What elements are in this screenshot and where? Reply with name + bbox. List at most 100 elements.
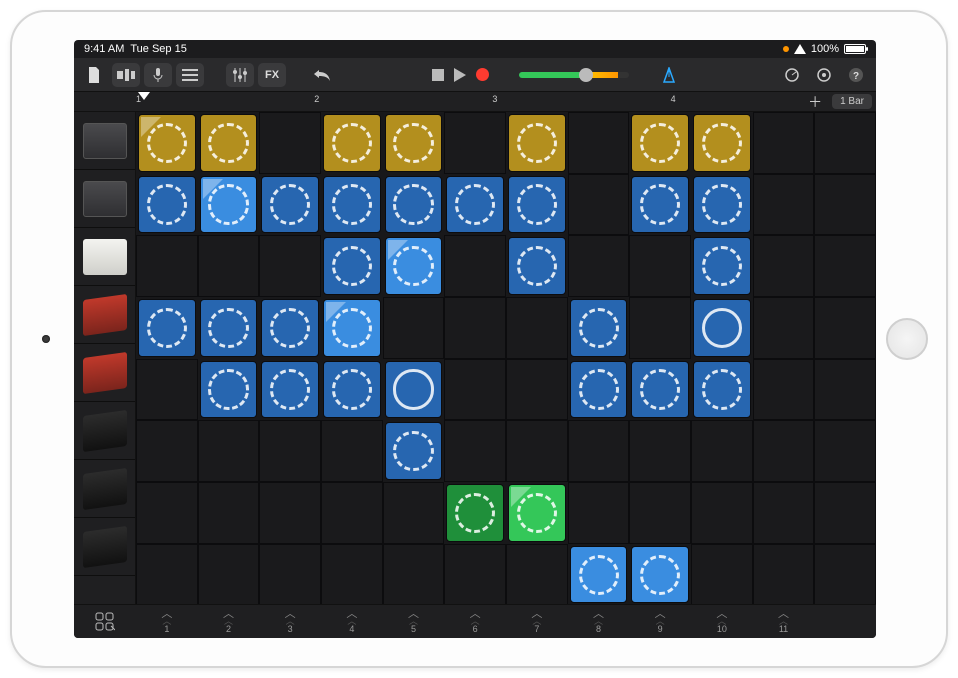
loop-cell[interactable] bbox=[508, 484, 566, 542]
empty-cell[interactable] bbox=[506, 359, 568, 421]
column-trigger[interactable]: ︿︿1 bbox=[136, 610, 198, 634]
empty-cell[interactable] bbox=[383, 544, 445, 604]
empty-cell[interactable] bbox=[629, 420, 691, 482]
empty-cell[interactable] bbox=[753, 482, 815, 544]
empty-cell[interactable] bbox=[753, 544, 815, 604]
empty-cell[interactable] bbox=[691, 420, 753, 482]
column-trigger[interactable]: ︿︿9 bbox=[629, 610, 691, 634]
loop-cell[interactable] bbox=[631, 546, 689, 604]
empty-cell[interactable] bbox=[444, 297, 506, 359]
empty-cell[interactable] bbox=[814, 420, 876, 482]
empty-cell[interactable] bbox=[568, 482, 630, 544]
loop-cell[interactable] bbox=[323, 361, 381, 419]
empty-cell[interactable] bbox=[383, 482, 445, 544]
empty-cell[interactable] bbox=[753, 420, 815, 482]
empty-cell[interactable] bbox=[753, 359, 815, 421]
empty-cell[interactable] bbox=[753, 235, 815, 297]
empty-cell[interactable] bbox=[136, 235, 198, 297]
empty-cell[interactable] bbox=[629, 297, 691, 359]
empty-cell[interactable] bbox=[814, 359, 876, 421]
track-header[interactable] bbox=[74, 344, 135, 402]
empty-cell[interactable] bbox=[198, 482, 260, 544]
help-button[interactable]: ? bbox=[842, 63, 870, 87]
empty-cell[interactable] bbox=[383, 297, 445, 359]
empty-cell[interactable] bbox=[506, 420, 568, 482]
column-trigger[interactable]: ︿︿8 bbox=[568, 610, 630, 634]
empty-cell[interactable] bbox=[753, 174, 815, 236]
empty-cell[interactable] bbox=[753, 297, 815, 359]
loop-cell[interactable] bbox=[200, 114, 258, 172]
empty-cell[interactable] bbox=[506, 297, 568, 359]
loop-cell[interactable] bbox=[385, 361, 443, 419]
track-controls-button[interactable] bbox=[226, 63, 254, 87]
loop-cell[interactable] bbox=[693, 114, 751, 172]
empty-cell[interactable] bbox=[814, 482, 876, 544]
empty-cell[interactable] bbox=[814, 112, 876, 174]
loop-cell[interactable] bbox=[200, 299, 258, 357]
loop-cell[interactable] bbox=[570, 299, 628, 357]
tracks-view-button[interactable] bbox=[176, 63, 204, 87]
empty-cell[interactable] bbox=[321, 482, 383, 544]
loop-cell[interactable] bbox=[631, 176, 689, 234]
column-trigger[interactable]: ︿︿5 bbox=[383, 610, 445, 634]
empty-cell[interactable] bbox=[444, 359, 506, 421]
loop-cell[interactable] bbox=[323, 176, 381, 234]
empty-cell[interactable] bbox=[814, 235, 876, 297]
empty-cell[interactable] bbox=[321, 544, 383, 604]
loop-cell[interactable] bbox=[323, 237, 381, 295]
loop-cell[interactable] bbox=[570, 546, 628, 604]
loop-cell[interactable] bbox=[446, 176, 504, 234]
empty-cell[interactable] bbox=[568, 235, 630, 297]
metronome-button[interactable] bbox=[655, 63, 683, 87]
loop-cell[interactable] bbox=[693, 361, 751, 419]
empty-cell[interactable] bbox=[814, 174, 876, 236]
empty-cell[interactable] bbox=[691, 482, 753, 544]
empty-cell[interactable] bbox=[629, 482, 691, 544]
empty-cell[interactable] bbox=[321, 420, 383, 482]
track-header[interactable] bbox=[74, 112, 135, 170]
loop-cell[interactable] bbox=[200, 176, 258, 234]
column-trigger[interactable]: ︿︿4 bbox=[321, 610, 383, 634]
loop-browser-button[interactable] bbox=[778, 63, 806, 87]
empty-cell[interactable] bbox=[444, 544, 506, 604]
record-button[interactable] bbox=[476, 68, 489, 81]
loop-cell[interactable] bbox=[385, 114, 443, 172]
loop-cell[interactable] bbox=[261, 176, 319, 234]
track-header[interactable] bbox=[74, 170, 135, 228]
loop-cell[interactable] bbox=[261, 361, 319, 419]
empty-cell[interactable] bbox=[568, 174, 630, 236]
loop-cell[interactable] bbox=[323, 299, 381, 357]
play-button[interactable] bbox=[454, 68, 466, 82]
empty-cell[interactable] bbox=[629, 235, 691, 297]
empty-cell[interactable] bbox=[753, 112, 815, 174]
empty-cell[interactable] bbox=[259, 112, 321, 174]
track-header[interactable] bbox=[74, 460, 135, 518]
loop-cell[interactable] bbox=[385, 422, 443, 480]
column-trigger[interactable]: ︿︿11 bbox=[753, 610, 815, 634]
empty-cell[interactable] bbox=[691, 544, 753, 604]
master-volume-slider[interactable] bbox=[519, 72, 629, 78]
loop-cell[interactable] bbox=[138, 114, 196, 172]
loop-cell[interactable] bbox=[385, 176, 443, 234]
track-header[interactable] bbox=[74, 518, 135, 576]
column-trigger[interactable]: ︿︿7 bbox=[506, 610, 568, 634]
empty-cell[interactable] bbox=[198, 235, 260, 297]
grid-mode-button[interactable] bbox=[74, 612, 136, 632]
track-header[interactable] bbox=[74, 228, 135, 286]
track-header[interactable] bbox=[74, 286, 135, 344]
column-trigger[interactable]: ︿︿6 bbox=[444, 610, 506, 634]
loop-cell[interactable] bbox=[631, 361, 689, 419]
loop-cell[interactable] bbox=[570, 361, 628, 419]
empty-cell[interactable] bbox=[259, 235, 321, 297]
loop-cell[interactable] bbox=[385, 237, 443, 295]
home-button[interactable] bbox=[886, 318, 928, 360]
empty-cell[interactable] bbox=[136, 420, 198, 482]
empty-cell[interactable] bbox=[136, 482, 198, 544]
loop-cell[interactable] bbox=[508, 176, 566, 234]
empty-cell[interactable] bbox=[444, 235, 506, 297]
loop-cell[interactable] bbox=[446, 484, 504, 542]
fx-button[interactable]: FX bbox=[258, 63, 286, 87]
loop-cell[interactable] bbox=[693, 176, 751, 234]
loop-cell[interactable] bbox=[508, 114, 566, 172]
empty-cell[interactable] bbox=[136, 544, 198, 604]
